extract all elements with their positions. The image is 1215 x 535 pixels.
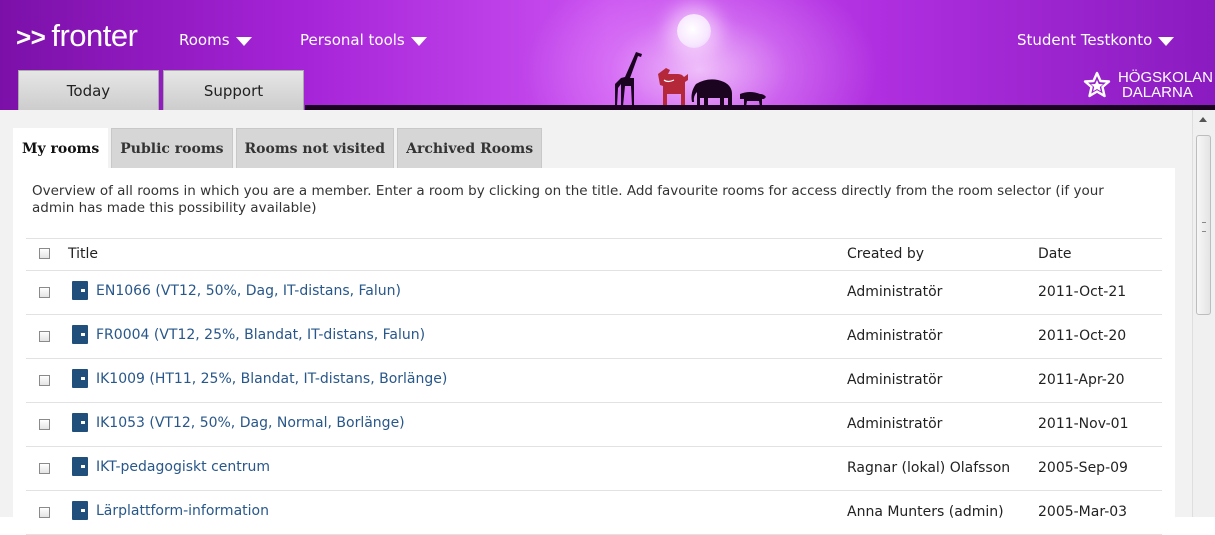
chevron-down-icon [235,36,252,46]
rooms-panel: Overview of all rooms in which you are a… [13,168,1175,535]
date-cell: 2011-Apr-20 [1038,372,1125,388]
logo-text: fronter [51,18,138,53]
date-cell: 2005-Sep-09 [1038,460,1128,476]
row-checkbox[interactable] [39,287,50,298]
table-row: IKT-pedagogiskt centrum Ragnar (lokal) O… [26,447,1162,491]
created-by-cell: Administratör [847,284,943,300]
date-cell: 2005-Mar-03 [1038,504,1128,520]
room-icon [72,325,88,344]
date-cell: 2011-Oct-20 [1038,328,1127,344]
row-checkbox[interactable] [39,375,50,386]
room-icon [72,501,88,520]
tab-rooms-not-visited[interactable]: Rooms not visited [235,128,395,168]
table-row: IK1053 (VT12, 50%, Dag, Normal, Borlänge… [26,403,1162,447]
rooms-intro-text: Overview of all rooms in which you are a… [32,183,1104,216]
table-row: FR0004 (VT12, 25%, Blandat, IT-distans, … [26,315,1162,359]
chevron-down-icon [1158,36,1175,46]
star-emblem-icon [1083,71,1111,98]
rooms-table: Title Created by Date EN1066 (VT12, 50%,… [26,238,1162,535]
tab-support[interactable]: Support [163,70,304,110]
scroll-up-arrow-icon[interactable] [1199,117,1207,122]
column-header-title[interactable]: Title [68,246,98,262]
brand-line-2: DALARNA [1121,84,1193,101]
date-cell: 2011-Oct-21 [1038,284,1127,300]
grip-icon [1202,222,1206,232]
room-icon [72,369,88,388]
row-checkbox[interactable] [39,331,50,342]
header-banner: >> fronter Rooms Personal tools Student T… [0,0,1215,110]
table-row: Lärplattform-information Anna Munters (a… [26,491,1162,535]
room-icon [72,413,88,432]
room-link[interactable]: EN1066 (VT12, 50%, Dag, IT-distans, Falu… [96,283,401,299]
room-icon [72,281,88,300]
row-checkbox[interactable] [39,419,50,430]
room-link[interactable]: IK1053 (VT12, 50%, Dag, Normal, Borlänge… [96,415,405,431]
column-header-created-by[interactable]: Created by [847,246,924,262]
scrollbar-thumb[interactable] [1196,135,1211,315]
header-tabs: Today Support [18,70,304,110]
room-icon [72,457,88,476]
room-link[interactable]: IK1009 (HT11, 25%, Blandat, IT-distans, … [96,371,447,387]
created-by-cell: Administratör [847,416,943,432]
table-header-row: Title Created by Date [26,238,1162,271]
tab-today[interactable]: Today [18,70,159,110]
created-by-cell: Administratör [847,372,943,388]
tab-my-rooms[interactable]: My rooms [13,128,109,168]
hogskolan-dalarna-logo[interactable]: HÖGSKOLAN DALARNA [1082,70,1213,100]
main-area: My rooms Public rooms Rooms not visited … [0,110,1215,535]
logo-arrows: >> [16,22,46,52]
room-tabs: My rooms Public rooms Rooms not visited … [13,128,543,168]
brand-text: HÖGSKOLAN DALARNA [1118,70,1213,100]
personal-tools-menu[interactable]: Personal tools [300,31,427,49]
created-by-cell: Administratör [847,328,943,344]
fronter-logo[interactable]: >> fronter [16,18,138,53]
vertical-scrollbar[interactable] [1192,110,1215,517]
brand-line-1: HÖGSKOLAN [1117,69,1213,86]
user-name: Student Testkonto [1017,31,1153,49]
row-checkbox[interactable] [39,463,50,474]
user-menu[interactable]: Student Testkonto [1017,31,1175,49]
chevron-down-icon [410,36,427,46]
tab-archived-rooms[interactable]: Archived Rooms [397,128,543,168]
column-header-date[interactable]: Date [1038,246,1071,262]
room-link[interactable]: FR0004 (VT12, 25%, Blandat, IT-distans, … [96,327,425,343]
personal-tools-label: Personal tools [300,31,405,49]
created-by-cell: Ragnar (lokal) Olafsson [847,460,1011,476]
date-cell: 2011-Nov-01 [1038,416,1129,432]
table-row: IK1009 (HT11, 25%, Blandat, IT-distans, … [26,359,1162,403]
table-row: EN1066 (VT12, 50%, Dag, IT-distans, Falu… [26,271,1162,315]
row-checkbox[interactable] [39,507,50,518]
tab-public-rooms[interactable]: Public rooms [111,128,233,168]
created-by-cell: Anna Munters (admin) [847,504,1004,520]
moon-graphic [677,14,711,48]
room-link[interactable]: IKT-pedagogiskt centrum [96,459,270,475]
animal-silhouette-graphic [615,52,766,107]
rooms-menu-label: Rooms [179,31,230,49]
select-all-checkbox[interactable] [39,248,50,259]
rooms-menu[interactable]: Rooms [179,31,252,49]
